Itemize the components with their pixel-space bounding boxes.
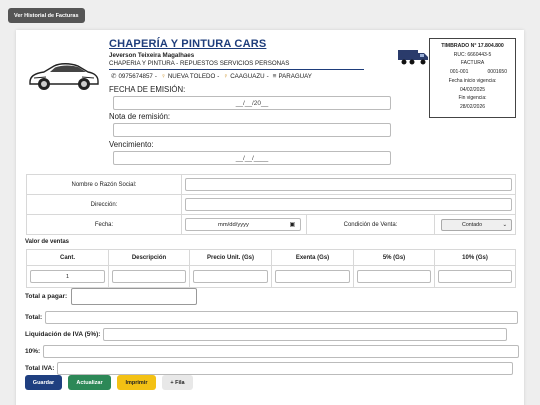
- total-to-pay-textarea[interactable]: [71, 288, 198, 305]
- total-to-pay-field: Total a pagar:: [25, 288, 198, 305]
- header-divider: [109, 69, 364, 70]
- invoice-series: 001-001: [450, 69, 469, 76]
- map-pin-icon: ♀: [160, 72, 166, 80]
- due-date-field: Vencimiento: __/__/____: [109, 140, 394, 165]
- car-icon: [29, 63, 99, 90]
- column-header: Descripción: [108, 249, 190, 266]
- column-header: Exenta (Gs): [271, 249, 354, 266]
- chevron-down-icon: ⌄: [502, 221, 507, 228]
- iva10-input[interactable]: [438, 270, 512, 283]
- total-label: Total:: [25, 314, 43, 321]
- iva-liquidation-label: Liquidación de IVA (5%):: [25, 331, 101, 338]
- iva10-total-field: 10%:: [25, 345, 520, 358]
- column-header: Cant.: [26, 249, 109, 266]
- timbrado-number: TIMBRADO N° 17.804.800: [441, 43, 504, 49]
- iva10-total-input[interactable]: [43, 345, 520, 358]
- map-pin-icon: ♀: [223, 72, 229, 80]
- address-label: Dirección:: [26, 194, 182, 215]
- action-buttons: Guardar Actualizar Imprimir + Fila: [25, 375, 199, 390]
- validity-start-label: Fecha inicio vigencia:: [448, 77, 497, 84]
- history-button[interactable]: Ver Historial de Facturas: [8, 8, 85, 23]
- remision-input[interactable]: [113, 123, 391, 137]
- truck-icon: [398, 50, 428, 65]
- iva-liquidation-field: Liquidación de IVA (5%):: [25, 328, 508, 341]
- client-name-label: Nombre o Razón Social:: [26, 174, 182, 195]
- timbrado-box: TIMBRADO N° 17.804.800 RUC: 6660443-5 FA…: [429, 38, 516, 118]
- sales-table: Cant. Descripción Precio Unit. (Gs) Exen…: [26, 249, 516, 288]
- total-iva-label: Total IVA:: [25, 365, 55, 372]
- validity-start-date: 04/02/2025: [459, 86, 486, 93]
- phone-icon: ✆: [111, 73, 117, 80]
- emission-date-input[interactable]: __/__/20__: [113, 96, 391, 110]
- total-input[interactable]: [45, 311, 519, 324]
- emission-date-label: FECHA DE EMISIÓN:: [109, 85, 186, 94]
- city-primary: NUEVA TOLEDO: [167, 72, 216, 80]
- add-row-button[interactable]: + Fila: [162, 375, 193, 390]
- invoice-number-row: 001-001 0001650: [430, 68, 515, 77]
- iva5-input[interactable]: [357, 270, 431, 283]
- sales-section-title: Valor de ventas: [25, 239, 70, 245]
- invoice-sheet: CHAPERÍA Y PINTURA CARS Jeverson Teixeir…: [16, 30, 524, 405]
- due-date-input[interactable]: __/__/____: [113, 151, 391, 165]
- brand-title: CHAPERÍA Y PINTURA CARS: [109, 38, 267, 50]
- document-type: FACTURA: [460, 60, 485, 67]
- column-header: 5% (Gs): [353, 249, 435, 266]
- iva-liquidation-input[interactable]: [103, 328, 508, 341]
- sale-condition-select[interactable]: Contado ⌄: [441, 218, 512, 231]
- quantity-input[interactable]: 1: [30, 270, 105, 283]
- contact-line: ✆ 0975674857 - ♀ NUEVA TOLEDO - ♀ CAAGUA…: [111, 72, 312, 81]
- column-header: Precio Unit. (Gs): [189, 249, 272, 266]
- sale-condition-value: Contado: [462, 221, 483, 228]
- client-details-table: Nombre o Razón Social: Dirección: Fecha:…: [26, 174, 516, 235]
- business-activity: CHAPERIA Y PINTURA - REPUESTOS SERVICIOS…: [109, 60, 290, 67]
- ruc: RUC: 6660443-5: [453, 51, 492, 58]
- flag-icon: ≡: [272, 72, 277, 80]
- total-iva-field: Total IVA:: [25, 362, 514, 375]
- column-header: 10% (Gs): [434, 249, 516, 266]
- emission-date-field: FECHA DE EMISIÓN: __/__/20__: [109, 85, 394, 110]
- due-date-label: Vencimiento:: [109, 140, 154, 149]
- description-input[interactable]: [112, 270, 186, 283]
- exenta-input[interactable]: [275, 270, 350, 283]
- sales-table-header: Cant. Descripción Precio Unit. (Gs) Exen…: [26, 249, 516, 266]
- company-info: CHAPERÍA Y PINTURA CARS Jeverson Teixeir…: [109, 38, 399, 80]
- date-placeholder: mm/dd/yyyy: [218, 221, 249, 228]
- unit-price-input[interactable]: [193, 270, 268, 283]
- date-label: Fecha:: [26, 214, 182, 235]
- total-to-pay-label: Total a pagar:: [25, 293, 68, 300]
- invoice-number: 0001650: [487, 69, 507, 76]
- save-button[interactable]: Guardar: [25, 375, 62, 390]
- validity-end-date: 28/02/2026: [459, 103, 486, 110]
- remision-field: Nota de remisión:: [109, 112, 394, 137]
- client-name-input[interactable]: [185, 178, 512, 191]
- owner-name: Jeverson Teixeira Magalhaes: [109, 52, 195, 59]
- sale-condition-label: Condición de Venta:: [306, 214, 435, 235]
- table-row: 1: [26, 265, 516, 288]
- address-input[interactable]: [185, 198, 512, 211]
- print-button[interactable]: Imprimir: [117, 375, 156, 390]
- update-button[interactable]: Actualizar: [68, 375, 111, 390]
- date-input[interactable]: mm/dd/yyyy ▣: [185, 218, 301, 231]
- validity-end-label: Fin vigencia:: [458, 95, 487, 102]
- city-secondary: CAAGUAZU: [230, 72, 265, 80]
- remision-label: Nota de remisión:: [109, 112, 171, 121]
- calendar-icon: ▣: [289, 221, 295, 228]
- total-field: Total:: [25, 311, 519, 324]
- country-name: PARAGUAY: [278, 72, 312, 80]
- iva10-total-label: 10%:: [25, 348, 41, 355]
- total-iva-input[interactable]: [57, 362, 514, 375]
- phone-number: 0975674857: [118, 72, 153, 80]
